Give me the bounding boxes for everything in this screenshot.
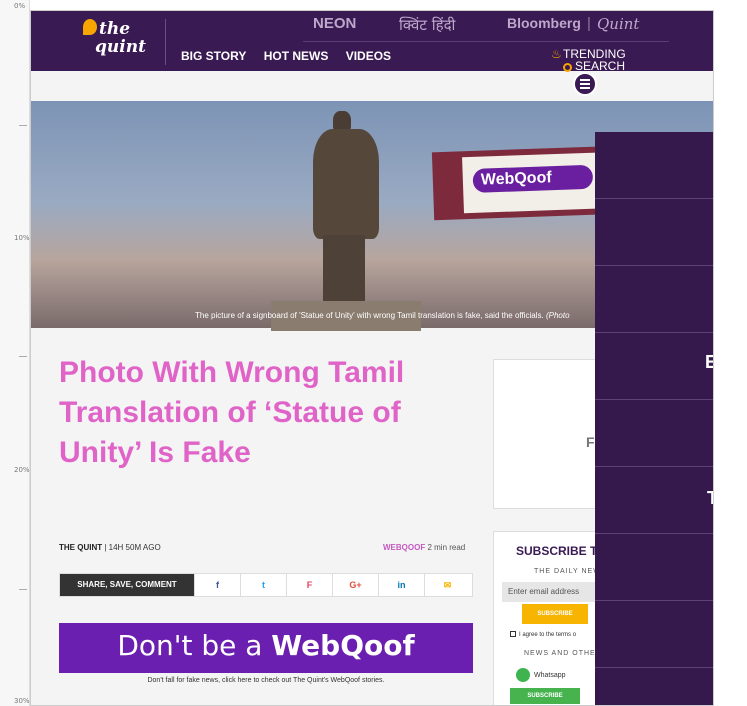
ruler-tick bbox=[19, 589, 27, 590]
daily-news-label: THE DAILY NEW bbox=[534, 568, 601, 575]
logo-drop-icon bbox=[83, 19, 97, 35]
email-icon[interactable]: ✉ bbox=[424, 574, 470, 596]
facebook-icon[interactable]: f bbox=[194, 574, 240, 596]
twitter-icon[interactable]: t bbox=[240, 574, 286, 596]
caption-text: The picture of a signboard of 'Statue of… bbox=[195, 311, 544, 320]
google-plus-icon[interactable]: G+ bbox=[332, 574, 378, 596]
webqoof-banner[interactable]: Don't be a WebQoof bbox=[59, 623, 473, 673]
logo-text: the bbox=[99, 19, 131, 39]
menu-row[interactable] bbox=[595, 600, 713, 601]
main-nav: BIG STORY HOT NEWS VIDEOS bbox=[181, 49, 405, 63]
ruler-mark: 30% bbox=[14, 697, 30, 705]
subscribe-whatsapp-button[interactable]: SUBSCRIBE bbox=[510, 688, 580, 704]
share-label: SHARE, SAVE, COMMENT bbox=[60, 574, 194, 596]
subscribe-title: SUBSCRIBE TO bbox=[516, 544, 607, 558]
divider bbox=[165, 19, 166, 65]
caption-credit: (Photo bbox=[545, 311, 570, 320]
linkedin-icon[interactable]: in bbox=[378, 574, 424, 596]
brand-separator: | bbox=[587, 15, 591, 32]
hamburger-icon bbox=[580, 83, 590, 85]
author-link[interactable]: THE QUINT bbox=[59, 543, 102, 552]
brand-link-quint[interactable]: Quint bbox=[597, 15, 639, 39]
ruler-tick bbox=[19, 125, 27, 126]
banner-text: Don't be a bbox=[117, 629, 272, 662]
nav-item-hot-news[interactable]: HOT NEWS bbox=[264, 49, 329, 63]
brand-link-hindi[interactable]: क्विंट हिंदी bbox=[399, 15, 455, 39]
menu-row[interactable] bbox=[595, 533, 713, 534]
menu-row[interactable] bbox=[595, 466, 713, 467]
nav-item-videos[interactable]: VIDEOS bbox=[346, 49, 391, 63]
image-caption: The picture of a signboard of 'Statue of… bbox=[195, 311, 570, 320]
menu-item-letter: T bbox=[707, 488, 713, 509]
site-logo[interactable]: the quint bbox=[81, 19, 161, 61]
divider bbox=[303, 41, 669, 42]
ruler-mark: 20% bbox=[14, 466, 30, 474]
menu-row[interactable] bbox=[595, 667, 713, 668]
email-field[interactable]: Enter email address bbox=[502, 582, 602, 602]
news-and-other-label: NEWS AND OTHE bbox=[524, 650, 596, 657]
nav-item-big-story[interactable]: BIG STORY bbox=[181, 49, 246, 63]
ruler: 0% 10% 20% 30% bbox=[0, 0, 30, 706]
share-bar: SHARE, SAVE, COMMENT f t F G+ in ✉ bbox=[59, 573, 473, 597]
trending-search[interactable]: ♨ TRENDING SEARCH bbox=[551, 47, 626, 73]
read-time: 2 min read bbox=[427, 543, 466, 552]
checkbox-icon bbox=[510, 631, 516, 637]
banner-brand: WebQoof bbox=[271, 629, 415, 662]
flipboard-icon[interactable]: F bbox=[286, 574, 332, 596]
newsletter-box: SUBSCRIBE TO THE DAILY NEW Enter email a… bbox=[493, 531, 607, 705]
menu-button[interactable] bbox=[573, 72, 597, 96]
menu-row[interactable] bbox=[595, 399, 713, 400]
whatsapp-icon bbox=[516, 668, 530, 682]
hamburger-icon bbox=[580, 87, 590, 89]
ruler-mark: 10% bbox=[14, 234, 30, 242]
category-meta: WEBQOOF 2 min read bbox=[383, 543, 465, 552]
menu-row[interactable] bbox=[595, 332, 713, 333]
menu-row[interactable] bbox=[595, 265, 713, 266]
widget-letter: F bbox=[586, 434, 595, 450]
menu-row[interactable] bbox=[595, 198, 713, 199]
subscribe-button[interactable]: SUBSCRIBE bbox=[522, 604, 588, 624]
ruler-mark: 0% bbox=[14, 2, 26, 10]
menu-item-letter: E bbox=[705, 352, 713, 373]
sidebar-widget: F bbox=[493, 359, 603, 509]
timestamp: | 14H 50M AGO bbox=[104, 543, 161, 552]
page-frame: the quint NEON क्विंट हिंदी Bloomberg | … bbox=[30, 10, 714, 706]
article-title: Photo With Wrong Tamil Translation of ‘S… bbox=[59, 356, 405, 469]
ruler-tick bbox=[19, 356, 27, 357]
whatsapp-option[interactable]: Whatsapp bbox=[516, 668, 566, 682]
search-label: SEARCH bbox=[575, 59, 626, 73]
search-icon bbox=[563, 63, 572, 72]
logo-text: quint bbox=[95, 37, 146, 57]
sign-text: WebQoof bbox=[472, 164, 594, 193]
category-link[interactable]: WEBQOOF bbox=[383, 543, 425, 552]
terms-label: I agree to the terms o bbox=[519, 632, 577, 638]
brand-link-neon[interactable]: NEON bbox=[313, 15, 356, 39]
hamburger-icon bbox=[580, 79, 590, 81]
whatsapp-label: Whatsapp bbox=[534, 671, 566, 679]
side-menu-overlay: E T bbox=[595, 132, 713, 705]
terms-checkbox[interactable]: I agree to the terms o bbox=[510, 631, 576, 638]
byline: THE QUINT | 14H 50M AGO bbox=[59, 543, 161, 552]
site-header: the quint NEON क्विंट हिंदी Bloomberg | … bbox=[31, 11, 713, 73]
flame-icon: ♨ bbox=[551, 47, 562, 61]
brand-link-bloomberg[interactable]: Bloomberg bbox=[507, 15, 581, 39]
banner-caption[interactable]: Don't fall for fake news, click here to … bbox=[59, 677, 473, 684]
statue-image bbox=[271, 111, 421, 331]
